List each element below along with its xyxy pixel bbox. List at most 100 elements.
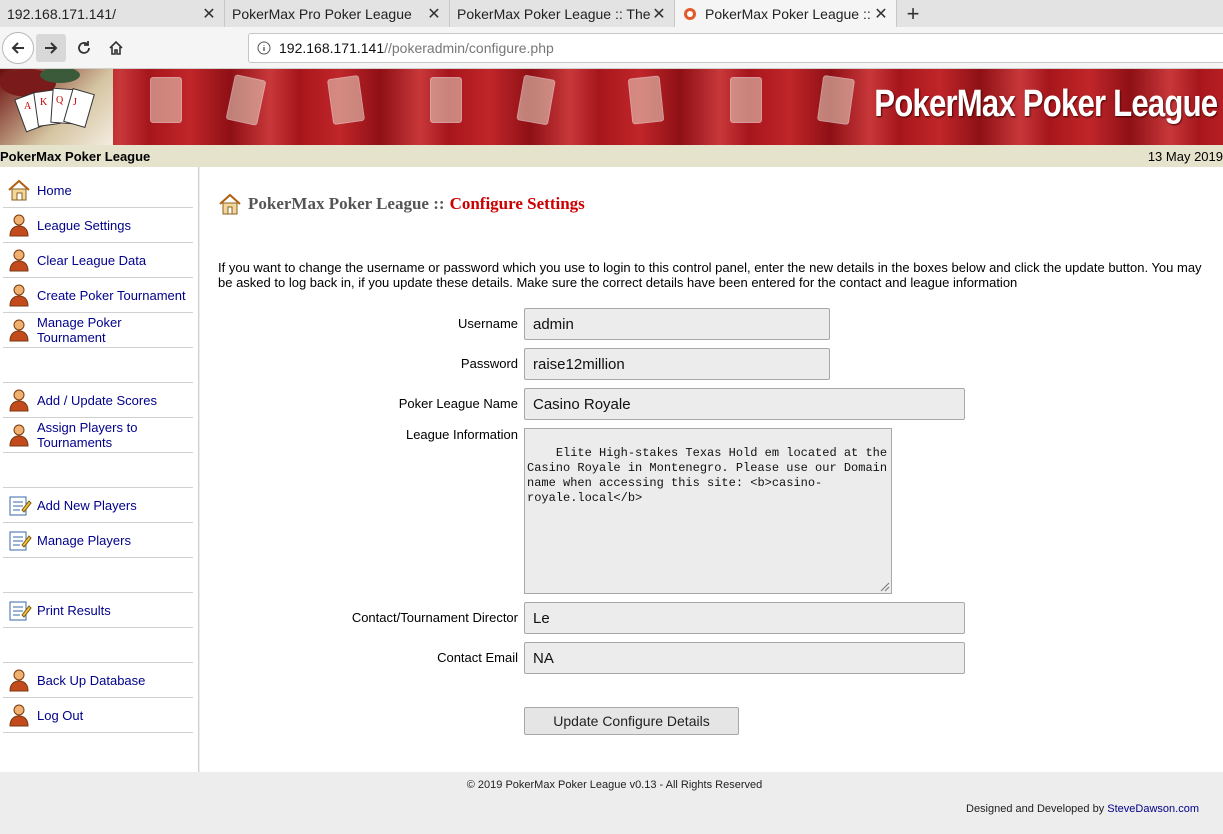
page-title: PokerMax Poker League :: Configure Setti… (218, 193, 585, 215)
back-button[interactable] (2, 32, 34, 64)
sidebar-item-label: Back Up Database (37, 672, 146, 688)
arrow-right-icon (45, 42, 58, 54)
tab-2-label: PokerMax Pro Poker League (232, 5, 412, 22)
tab-3[interactable]: PokerMax Poker League :: The ✕ (450, 0, 675, 27)
home-button[interactable] (100, 32, 132, 64)
sidebar-item-create-tournament[interactable]: Create Poker Tournament (3, 278, 193, 313)
svg-text:J: J (73, 97, 77, 108)
sidebar-item-add-new-players[interactable]: Add New Players (3, 488, 193, 523)
new-tab-button[interactable]: + (897, 0, 929, 27)
sidebar-spacer (3, 558, 193, 593)
sidebar-item-manage-players[interactable]: Manage Players (3, 523, 193, 558)
card-decoration (516, 74, 556, 126)
tab-1[interactable]: 192.168.171.141/ ✕ (0, 0, 225, 27)
site-name: PokerMax Poker League (0, 148, 151, 164)
person-icon (9, 389, 29, 412)
sidebar-item-league-settings[interactable]: League Settings (3, 208, 193, 243)
notepad-icon (9, 531, 32, 551)
person-icon (9, 704, 29, 727)
navigation-bar: 192.168.171.141//pokeradmin/configure.ph… (0, 27, 1223, 69)
league-info-textarea[interactable]: Elite High-stakes Texas Hold em located … (524, 428, 892, 594)
sidebar-item-label: Create Poker Tournament (37, 287, 186, 303)
credit-link[interactable]: SteveDawson.com (1107, 803, 1199, 815)
league-name-field[interactable]: Casino Royale (524, 388, 965, 420)
home-icon (109, 40, 123, 55)
person-icon (9, 669, 29, 692)
close-icon[interactable]: ✕ (200, 4, 218, 24)
status-strip: PokerMax Poker League 13 May 2019 (0, 145, 1223, 167)
sidebar-item-label: Clear League Data (37, 252, 147, 268)
info-icon[interactable] (249, 41, 279, 55)
sidebar-item-manage-tournament[interactable]: Manage Poker Tournament (3, 313, 193, 348)
notepad-icon (9, 601, 32, 621)
intro-text: If you want to change the username or pa… (218, 260, 1202, 290)
director-field[interactable]: Le (524, 602, 965, 634)
card-decoration (326, 74, 366, 126)
card-decoration (225, 74, 267, 126)
tab-4[interactable]: PokerMax Poker League :: ✕ (675, 0, 897, 27)
main-content: PokerMax Poker League :: Configure Setti… (200, 167, 1223, 772)
sidebar-item-label: League Settings (37, 217, 131, 233)
banner-title: PokerMax Poker League (873, 83, 1218, 125)
current-date: 13 May 2019 (1147, 148, 1223, 164)
credit-text: Designed and Developed by SteveDawson.co… (966, 803, 1199, 815)
email-label: Contact Email (437, 650, 518, 665)
forward-button[interactable] (36, 34, 66, 62)
copyright-text: © 2019 PokerMax Poker League v0.13 - All… (466, 779, 763, 791)
username-label: Username (458, 316, 518, 331)
tab-2[interactable]: PokerMax Pro Poker League ✕ (225, 0, 450, 27)
username-field[interactable]: admin (524, 308, 830, 340)
sidebar-item-assign-players[interactable]: Assign Players to Tournaments (3, 418, 193, 453)
league-info-text: Elite High-stakes Texas Hold em located … (527, 446, 888, 505)
sidebar-item-print-results[interactable]: Print Results (3, 593, 193, 628)
card-decoration (627, 75, 665, 125)
close-icon[interactable]: ✕ (872, 4, 890, 24)
tab-1-label: 192.168.171.141/ (7, 5, 116, 22)
plus-icon: + (906, 0, 920, 26)
arrow-left-icon (11, 42, 24, 54)
sidebar-spacer (3, 628, 193, 663)
cards-logo: A K Q J (0, 69, 113, 145)
card-decoration (730, 77, 762, 123)
card-decoration (150, 77, 182, 123)
sidebar-item-label: Print Results (37, 602, 111, 618)
sidebar-item-clear-league-data[interactable]: Clear League Data (3, 243, 193, 278)
card-decoration (430, 77, 462, 123)
reload-icon (78, 41, 90, 54)
card-decoration (816, 74, 856, 126)
sidebar-item-back-up-database[interactable]: Back Up Database (3, 663, 193, 698)
person-icon (9, 214, 29, 237)
svg-text:Q: Q (56, 95, 64, 106)
close-icon[interactable]: ✕ (425, 4, 443, 24)
sidebar-item-label: Add / Update Scores (37, 392, 157, 408)
sidebar-item-label: Assign Players to Tournaments (37, 420, 138, 450)
password-field[interactable]: raise12million (524, 348, 830, 380)
sidebar-item-label: Add New Players (37, 497, 137, 513)
sidebar-item-home[interactable]: Home (3, 173, 193, 208)
tab-3-label: PokerMax Poker League :: The (457, 5, 650, 22)
tab-4-label: PokerMax Poker League :: (705, 5, 871, 22)
person-icon (9, 424, 29, 447)
address-bar[interactable]: 192.168.171.141//pokeradmin/configure.ph… (248, 33, 1223, 63)
svg-text:A: A (24, 101, 32, 112)
sidebar-item-log-out[interactable]: Log Out (3, 698, 193, 733)
site-banner: A K Q J PokerMax Poker League (0, 69, 1223, 145)
close-icon[interactable]: ✕ (650, 4, 668, 24)
url-path: //pokeradmin/configure.php (384, 40, 554, 56)
house-icon (219, 193, 241, 215)
email-field[interactable]: NA (524, 642, 965, 674)
house-icon (8, 179, 30, 201)
sidebar-spacer (3, 453, 193, 488)
sidebar-item-add-update-scores[interactable]: Add / Update Scores (3, 383, 193, 418)
poker-chip-icon (684, 7, 696, 20)
tab-bar: 192.168.171.141/ ✕ PokerMax Pro Poker Le… (0, 0, 1223, 27)
url-host: 192.168.171.141 (279, 40, 385, 56)
password-label: Password (460, 356, 518, 371)
page-title-prefix: PokerMax Poker League :: (248, 194, 445, 213)
update-configure-button[interactable]: Update Configure Details (524, 707, 739, 735)
reload-button[interactable] (68, 32, 100, 64)
resize-handle-icon[interactable] (878, 580, 890, 592)
person-icon (9, 249, 29, 272)
league-name-label: Poker League Name (398, 396, 518, 411)
person-icon (9, 284, 29, 307)
